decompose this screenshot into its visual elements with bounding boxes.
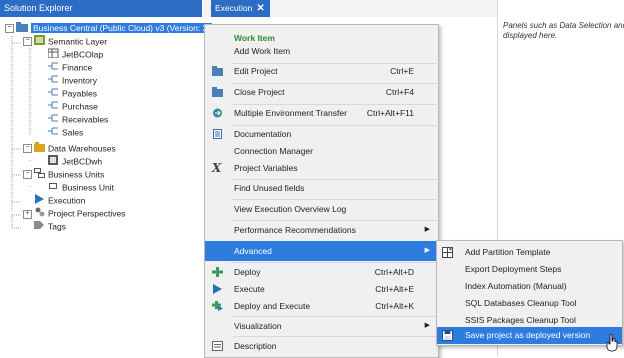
partition-icon (442, 247, 453, 258)
cube-icon (47, 48, 59, 62)
menu-item-project-variables[interactable]: X Project Variables (205, 158, 438, 178)
document-icon (213, 129, 222, 139)
transfer-icon (213, 108, 222, 118)
folder-icon (212, 66, 223, 76)
project-icon (16, 22, 28, 36)
collapse-toggle[interactable]: − (5, 24, 14, 33)
close-icon[interactable]: ✕ (256, 0, 264, 17)
submenu-item-save-deployed-version[interactable]: Save project as deployed version (437, 327, 622, 344)
database-icon (48, 155, 59, 169)
perspective-icon (48, 100, 59, 114)
menu-item-performance-recommendations[interactable]: Performance Recommendations ▶ (205, 220, 438, 240)
tree-node-receivables[interactable]: Receivables (48, 113, 108, 126)
menu-item-close-project[interactable]: Close Project Ctrl+F4 (205, 82, 438, 102)
submenu-arrow-icon: ▶ (424, 247, 430, 254)
perspective-icon (48, 61, 59, 75)
menu-item-advanced[interactable]: Advanced ▶ (205, 241, 438, 261)
menu-item-deploy-and-execute[interactable]: Deploy and Execute Ctrl+Alt+K (205, 296, 438, 316)
tree-node-semantic-layer[interactable]: Semantic Layer (34, 35, 107, 48)
tree-node-sales[interactable]: Sales (48, 126, 83, 139)
submenu-item-export-deployment-steps[interactable]: Export Deployment Steps (437, 261, 622, 278)
submenu-item-index-automation[interactable]: Index Automation (Manual) (437, 278, 622, 295)
execution-icon (34, 194, 45, 208)
deploy-execute-icon (212, 301, 223, 311)
tree-node-execution[interactable]: Execution (34, 194, 85, 207)
tags-icon (34, 220, 45, 234)
data-warehouses-icon (34, 142, 45, 156)
tab-execution[interactable]: Execution ✕ (211, 0, 270, 17)
menu-item-visualization[interactable]: Visualization ▶ (205, 316, 438, 336)
submenu-item-sql-databases-cleanup[interactable]: SQL Databases Cleanup Tool (437, 295, 622, 312)
tree-node-business-units[interactable]: Business Units (34, 168, 104, 181)
submenu-arrow-icon: ▶ (424, 322, 430, 329)
save-icon (442, 330, 453, 341)
tree-node-purchase[interactable]: Purchase (48, 100, 98, 113)
semantic-layer-icon (34, 35, 45, 49)
collapse-toggle[interactable]: − (23, 37, 32, 46)
tree-node-project[interactable]: Business Central (Public Cloud) v3 (Vers… (16, 22, 213, 36)
project-context-menu: Work Item Add Work Item Edit Project Ctr… (204, 24, 439, 358)
collapse-toggle[interactable]: − (23, 144, 32, 153)
hand-cursor-icon (606, 334, 618, 352)
description-icon (212, 341, 223, 351)
tree-node-jetbcolap[interactable]: JetBCOlap (47, 48, 103, 62)
perspective-icon (48, 74, 59, 88)
menu-item-find-unused-fields[interactable]: Find Unused fields (205, 178, 438, 198)
play-icon (213, 284, 222, 294)
perspective-icon (48, 113, 59, 127)
perspective-icon (48, 87, 59, 101)
tree-node-tags[interactable]: Tags (34, 220, 66, 233)
solution-explorer-title: Solution Explorer (0, 0, 202, 17)
folder-icon (212, 87, 223, 97)
menu-item-add-work-item[interactable]: Add Work Item (205, 41, 438, 61)
solution-explorer-panel: Solution Explorer − Business Central (Pu… (0, 0, 213, 356)
menu-item-multiple-environment-transfer[interactable]: Multiple Environment Transfer Ctrl+Alt+F… (205, 103, 438, 123)
menu-item-view-execution-overview-log[interactable]: View Execution Overview Log (205, 199, 438, 219)
perspective-icon (48, 126, 59, 140)
tree-node-data-warehouses[interactable]: Data Warehouses (34, 142, 116, 155)
business-units-icon (34, 168, 45, 182)
business-unit-icon (48, 181, 59, 195)
advanced-submenu: Add Partition Template Export Deployment… (436, 240, 623, 346)
expand-toggle[interactable]: + (23, 210, 32, 219)
tree-node-jetbcdwh[interactable]: JetBCDwh (48, 155, 102, 168)
variable-icon: X (212, 161, 222, 175)
menu-item-description[interactable]: Description (205, 336, 438, 356)
tab-label: Execution (215, 3, 253, 13)
tree-node-project-perspectives[interactable]: Project Perspectives (34, 207, 125, 220)
tree-node-payables[interactable]: Payables (48, 87, 97, 100)
tree-node-business-unit[interactable]: Business Unit (48, 181, 114, 194)
tree-node-inventory[interactable]: Inventory (48, 74, 97, 87)
submenu-item-add-partition-template[interactable]: Add Partition Template (437, 244, 622, 261)
collapse-toggle[interactable]: − (23, 170, 32, 179)
tree-node-finance[interactable]: Finance (48, 61, 92, 74)
deploy-icon (212, 267, 223, 277)
menu-item-edit-project[interactable]: Edit Project Ctrl+E (205, 61, 438, 81)
properties-panel-hint: Panels such as Data Selection and displa… (503, 21, 624, 40)
submenu-arrow-icon: ▶ (424, 226, 430, 233)
perspectives-icon (34, 207, 45, 221)
